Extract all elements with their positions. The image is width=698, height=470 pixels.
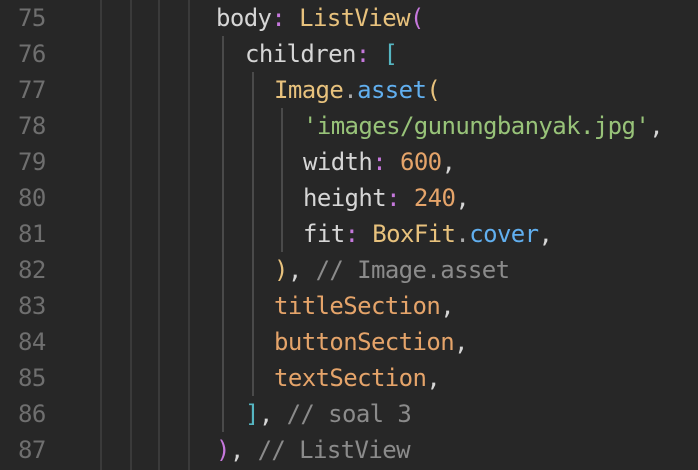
code-token: asset <box>357 76 427 104</box>
code-line[interactable]: 77 Image.asset( <box>0 72 698 108</box>
line-number: 83 <box>18 292 46 320</box>
code-line[interactable]: 82 ), // Image.asset <box>0 252 698 288</box>
line-number: 78 <box>18 112 46 140</box>
code-token: children <box>245 40 356 68</box>
code-token: [ <box>383 40 398 68</box>
code-token: , <box>229 436 244 464</box>
code-token: // soal 3 <box>286 400 412 428</box>
line-number: 85 <box>18 364 46 392</box>
code-text: textSection, <box>274 360 441 396</box>
code-token: , <box>287 256 302 284</box>
code-token: ListView <box>299 4 410 32</box>
code-token: buttonSection <box>274 328 455 356</box>
code-token: : <box>355 40 370 68</box>
code-text: width: 600, <box>303 144 456 180</box>
code-line[interactable]: 78 'images/gunungbanyak.jpg', <box>0 108 698 144</box>
code-line[interactable]: 84 buttonSection, <box>0 324 698 360</box>
code-text: ], // soal 3 <box>245 396 412 432</box>
code-token: height <box>303 184 387 212</box>
line-number: 87 <box>18 436 46 464</box>
code-token: ( <box>409 4 424 32</box>
code-token: Image <box>274 76 344 104</box>
code-text: ), // ListView <box>216 432 411 468</box>
line-number: 86 <box>18 400 46 428</box>
code-token: , <box>426 364 441 392</box>
code-token: , <box>454 328 468 356</box>
code-token: textSection <box>274 364 427 392</box>
code-token: // ListView <box>257 436 411 464</box>
code-text: 'images/gunungbanyak.jpg', <box>303 108 664 144</box>
code-line[interactable]: 83 titleSection, <box>0 288 698 324</box>
code-text: height: 240, <box>303 180 470 216</box>
code-token: , <box>649 112 664 140</box>
code-token: , <box>441 148 456 176</box>
code-text: body: ListView( <box>216 0 424 36</box>
code-line[interactable]: 86 ], // soal 3 <box>0 396 698 432</box>
code-token: ] <box>245 400 259 428</box>
code-token: fit <box>303 220 345 248</box>
code-token: width <box>303 148 373 176</box>
code-token: , <box>538 220 553 248</box>
code-token: : <box>271 4 286 32</box>
line-number: 81 <box>18 220 46 248</box>
code-token: 240 <box>413 184 456 212</box>
code-token: 600 <box>399 148 442 176</box>
code-line[interactable]: 79 width: 600, <box>0 144 698 180</box>
line-number: 76 <box>18 40 46 68</box>
code-token: titleSection <box>274 292 441 320</box>
code-token: . <box>343 76 358 104</box>
code-editor[interactable]: 75 body: ListView( 76 children: [ 77 Ima… <box>0 0 698 470</box>
code-text: ), // Image.asset <box>274 252 510 288</box>
code-token: BoxFit <box>372 220 456 248</box>
code-token: ) <box>274 256 288 284</box>
code-token: , <box>455 184 470 212</box>
code-line[interactable]: 81 fit: BoxFit.cover, <box>0 216 698 252</box>
code-token: ) <box>216 436 230 464</box>
code-line[interactable]: 76 children: [ <box>0 36 698 72</box>
line-number: 79 <box>18 148 46 176</box>
code-token: , <box>440 292 455 320</box>
code-text: children: [ <box>245 36 398 72</box>
line-number: 84 <box>18 328 46 356</box>
code-token: cover <box>469 220 539 248</box>
code-token: 'images/gunungbanyak.jpg' <box>303 112 650 140</box>
code-token: : <box>372 148 387 176</box>
code-text: Image.asset( <box>274 72 441 108</box>
code-text: buttonSection, <box>274 324 469 360</box>
code-token: // Image.asset <box>315 256 510 284</box>
line-number: 75 <box>18 4 46 32</box>
line-number: 82 <box>18 256 46 284</box>
code-token: . <box>455 220 470 248</box>
code-token: : <box>386 184 400 212</box>
code-text: fit: BoxFit.cover, <box>303 216 553 252</box>
line-number: 77 <box>18 76 46 104</box>
line-number: 80 <box>18 184 46 212</box>
code-text: titleSection, <box>274 288 455 324</box>
code-token: : <box>344 220 359 248</box>
code-line[interactable]: 87 ), // ListView <box>0 432 698 468</box>
code-token: , <box>258 400 273 428</box>
code-line[interactable]: 75 body: ListView( <box>0 0 698 36</box>
code-line[interactable]: 85 textSection, <box>0 360 698 396</box>
code-token: ( <box>426 76 441 104</box>
code-line[interactable]: 80 height: 240, <box>0 180 698 216</box>
code-token: body <box>216 4 272 32</box>
